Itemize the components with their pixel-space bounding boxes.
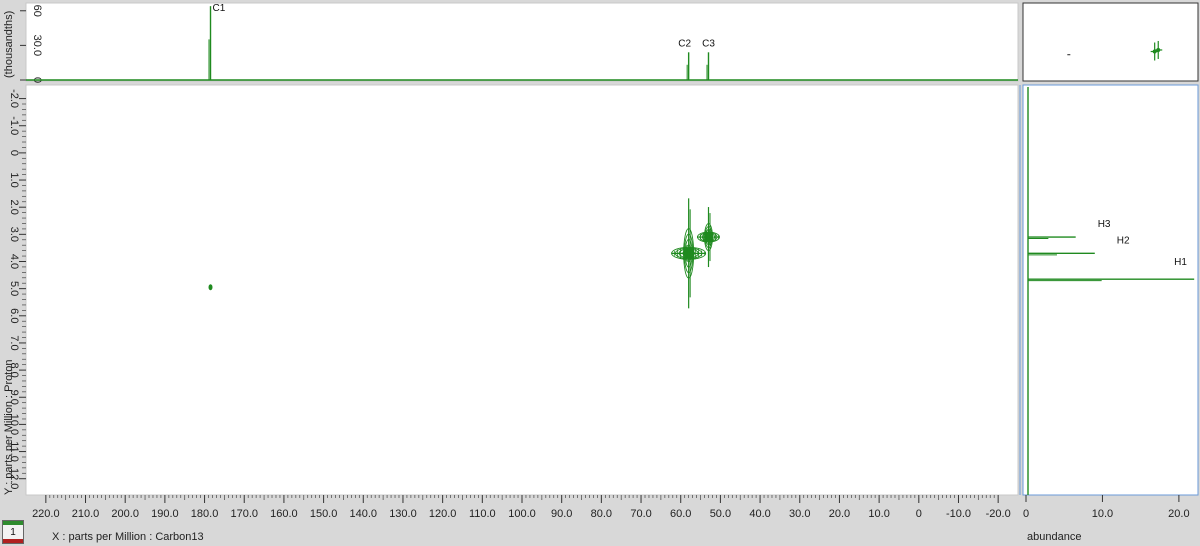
x-axis-label: X : parts per Million : Carbon13: [52, 531, 204, 543]
x-tick-label: 100.0: [508, 508, 536, 520]
overview-peak: [1156, 47, 1161, 52]
y-tick-label: 4.0: [8, 254, 20, 269]
x-tick-label: 170.0: [230, 508, 258, 520]
top-peak-label: C3: [702, 38, 715, 49]
x-tick-label: 40.0: [749, 508, 770, 520]
x-tick-label: 60.0: [670, 508, 691, 520]
x-tick-label: 80.0: [591, 508, 612, 520]
y-tick-label: 6.0: [8, 308, 20, 323]
top-peak-label: C1: [213, 3, 226, 14]
x-tick-label: 220.0: [32, 508, 60, 520]
side-tick-label: 0: [1023, 508, 1029, 520]
x-tick-label: 110.0: [469, 508, 496, 520]
x-tick-label: 70.0: [630, 508, 651, 520]
y-axis-label: Y : parts per Million : Proton: [3, 359, 15, 495]
y-tick-label: 0: [8, 150, 20, 156]
y-tick-label: 7.0: [8, 335, 20, 350]
x-tick-label: 90.0: [551, 508, 572, 520]
side-tick-label: 10.0: [1092, 508, 1113, 520]
side-peak-label: H3: [1098, 219, 1111, 230]
top-tick-label: 60: [31, 5, 43, 17]
overview-panel[interactable]: [1022, 2, 1199, 82]
y-tick-label: 5.0: [8, 281, 20, 296]
y-tick-label: 3.0: [8, 227, 20, 242]
x-tick-label: 200.0: [111, 508, 139, 520]
x-tick-label: 160.0: [270, 508, 298, 520]
x-tick-label: 30.0: [789, 508, 810, 520]
y-tick-label: 1.0: [8, 172, 20, 187]
x-tick-label: 130.0: [389, 508, 417, 520]
page-tab-number: 1: [10, 527, 16, 538]
cross-peak-core: [704, 233, 713, 242]
nmr-chart[interactable]: 220.0 210.0 200.0 190.0 180.0 170.0 160.0 150.0…: [0, 0, 1200, 546]
x-tick-label: 10.0: [868, 508, 889, 520]
x-tick-label: 140.0: [350, 508, 378, 520]
x-tick-label: 0: [916, 508, 922, 520]
top-projection-axis-label: (thousandths): [3, 11, 15, 78]
side-tick-label: 20.0: [1168, 508, 1189, 520]
page-tab[interactable]: 1: [2, 520, 24, 544]
top-tick-label: 30.0: [31, 35, 43, 56]
cross-peak: [208, 284, 213, 291]
x-tick-label: -20.0: [986, 508, 1011, 520]
x-tick-label: 180.0: [191, 508, 219, 520]
x-tick-label: 150.0: [310, 508, 338, 520]
x-tick-label: 120.0: [429, 508, 457, 520]
x-tick-label: 20.0: [829, 508, 850, 520]
side-peak-label: H2: [1117, 235, 1130, 246]
y-tick-label: -2.0: [8, 89, 20, 108]
y-tick-label: 2.0: [8, 200, 20, 215]
x-tick-label: 190.0: [151, 508, 179, 520]
side-peak-label: H1: [1174, 257, 1187, 268]
x-tick-label: 50.0: [710, 508, 731, 520]
side-projection-panel[interactable]: [1022, 84, 1199, 496]
main-plot-area[interactable]: [25, 84, 1019, 496]
y-tick-label: -1.0: [8, 116, 20, 135]
x-tick-label: 210.0: [72, 508, 100, 520]
top-peak-label: C2: [678, 38, 691, 49]
cross-peak-core: [683, 248, 694, 259]
nmr-viewer: 220.0 210.0 200.0 190.0 180.0 170.0 160.0 150.0…: [0, 0, 1200, 546]
side-axis-label: abundance: [1027, 531, 1081, 543]
top-projection-panel[interactable]: [25, 2, 1019, 82]
x-tick-label: -10.0: [946, 508, 971, 520]
